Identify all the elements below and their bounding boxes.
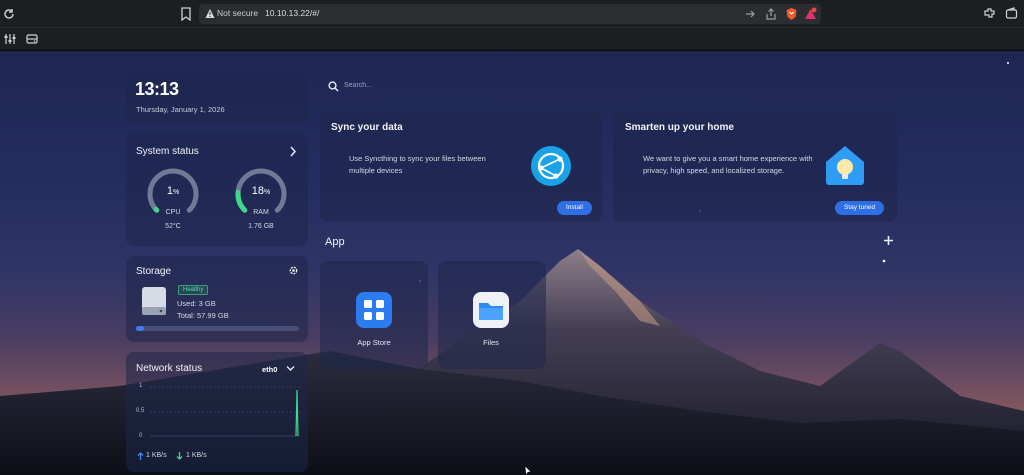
- cpu-value: 1%: [153, 185, 193, 197]
- storage-title: Storage: [136, 266, 172, 277]
- clock-date: Thursday, January 1, 2026: [136, 105, 225, 114]
- home-card-title: Smarten up your home: [625, 122, 734, 133]
- upload-speed: 1 KB/s: [146, 452, 167, 459]
- cpu-temperature: 52°C: [165, 223, 181, 230]
- app-store-icon: [356, 292, 392, 328]
- ram-value: 18%: [241, 185, 281, 197]
- ram-label: RAM: [253, 209, 269, 216]
- mixer-icon[interactable]: [4, 33, 16, 45]
- system-status-title: System status: [136, 146, 199, 157]
- search-placeholder: Search...: [344, 82, 373, 89]
- mouse-cursor-icon: [524, 466, 532, 475]
- brave-shield-icon[interactable]: [785, 7, 798, 21]
- network-chart: [150, 386, 300, 437]
- warning-icon[interactable]: [205, 8, 215, 20]
- smart-home-icon: [826, 146, 864, 185]
- reload-icon[interactable]: [2, 7, 16, 21]
- network-tick-0-5: 0.5: [136, 408, 145, 414]
- arrow-up-icon: [137, 452, 144, 460]
- download-speed: 1 KB/s: [186, 452, 207, 459]
- disk-icon: [142, 287, 166, 315]
- ram-usage: 1.76 GB: [248, 223, 274, 230]
- cpu-label: CPU: [165, 209, 181, 216]
- share-icon[interactable]: [745, 9, 757, 19]
- drive-icon[interactable]: [26, 33, 38, 45]
- network-tick-0: 0: [139, 433, 143, 439]
- storage-health-badge: Healthy: [178, 285, 209, 295]
- rewards-icon[interactable]: [804, 7, 817, 21]
- search-icon: [328, 81, 339, 92]
- gear-icon[interactable]: [288, 265, 299, 276]
- browser-toolbar: Not secure 10.10.13.22/#/: [0, 0, 1024, 28]
- app-store-label: App Store: [357, 338, 391, 347]
- stay-tuned-button[interactable]: Stay tuned: [835, 201, 885, 215]
- bookmark-icon[interactable]: [180, 7, 192, 21]
- extensions-icon[interactable]: [983, 7, 996, 20]
- address-bar[interactable]: Not secure 10.10.13.22/#/: [199, 4, 821, 24]
- ram-percent: 18: [251, 185, 264, 197]
- arrow-down-icon: [176, 452, 183, 460]
- security-label[interactable]: Not secure: [217, 8, 258, 18]
- search-input[interactable]: Search...: [320, 73, 610, 99]
- chevron-down-icon[interactable]: [286, 365, 295, 372]
- bookmarks-bar: [0, 28, 1024, 50]
- install-button[interactable]: Install: [557, 201, 592, 215]
- cpu-unit: %: [172, 189, 180, 196]
- storage-bar-track: [136, 326, 299, 331]
- storage-total: Total: 57.99 GB: [177, 311, 229, 320]
- network-interface-select[interactable]: eth0: [262, 365, 277, 374]
- files-label: Files: [483, 338, 499, 347]
- syncthing-icon: [531, 146, 571, 186]
- storage-bar-fill: [136, 326, 145, 331]
- chevron-right-icon[interactable]: [289, 146, 297, 157]
- network-tick-1: 1: [139, 383, 143, 389]
- clock-time: 13:13: [135, 79, 179, 99]
- storage-used: Used: 3 GB: [177, 299, 216, 308]
- home-card-description: We want to give you a smart home experie…: [643, 154, 813, 175]
- network-title: Network status: [136, 363, 203, 374]
- url-text[interactable]: 10.10.13.22/#/: [265, 8, 319, 18]
- add-app-icon[interactable]: [883, 235, 894, 246]
- files-icon: [473, 292, 509, 328]
- upload-icon[interactable]: [765, 8, 777, 20]
- ram-unit: %: [264, 189, 271, 196]
- wallet-icon[interactable]: [1005, 7, 1018, 20]
- sync-card-title: Sync your data: [331, 122, 403, 133]
- sync-card-description: Use Syncthing to sync your files between…: [349, 154, 486, 175]
- apps-section-title: App: [325, 236, 345, 248]
